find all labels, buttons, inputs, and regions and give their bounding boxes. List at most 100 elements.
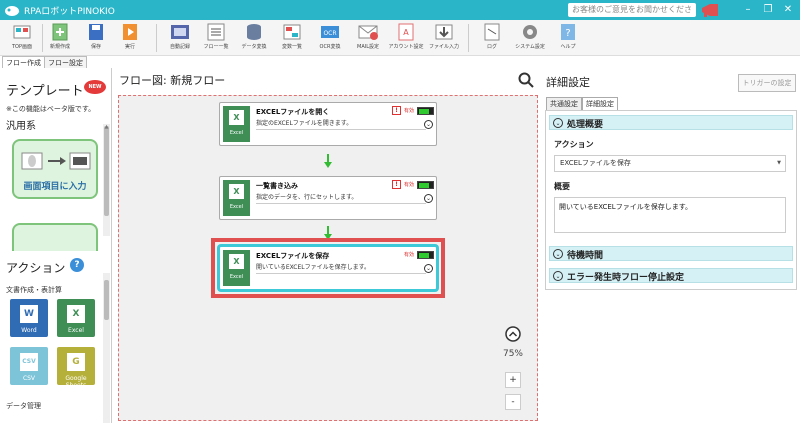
- trigger-settings-button[interactable]: トリガーの設定: [738, 74, 796, 92]
- restore-button[interactable]: ❐: [760, 2, 776, 18]
- auto-record-button[interactable]: 自動記録: [162, 22, 198, 54]
- ribbon-divider: [156, 24, 157, 52]
- actions-help-icon[interactable]: ?: [70, 258, 84, 272]
- section-error-header[interactable]: ⌄ エラー発生時フロー停止設定: [549, 268, 793, 283]
- expand-icon[interactable]: ⌄: [424, 194, 433, 203]
- zoom-in-button[interactable]: +: [505, 372, 521, 388]
- account-button[interactable]: A アカウント設定: [388, 22, 424, 54]
- var-list-button[interactable]: 変数一覧: [274, 22, 310, 54]
- flow-canvas[interactable]: X Excel EXCELファイルを開く 指定のEXCELファイルを開きます。 !…: [118, 95, 538, 421]
- log-button[interactable]: ログ: [474, 22, 510, 54]
- ocr-icon: OCR: [321, 26, 339, 38]
- node-description: 指定のデータを、行にセットします。: [256, 192, 426, 204]
- down-arrow-icon: [324, 154, 332, 168]
- category-docs: 文書作成・表計算: [6, 286, 62, 294]
- top-screen-button[interactable]: TOP画面: [4, 22, 40, 54]
- tab-flow-create[interactable]: フロー作成: [2, 56, 45, 68]
- minimize-button[interactable]: –: [740, 2, 756, 18]
- section-wait-header[interactable]: ⌄ 待機時間: [549, 246, 793, 261]
- action-tile-excel[interactable]: X Excel: [57, 299, 95, 337]
- mail-icon: [358, 25, 378, 40]
- action-tile-csv[interactable]: CSV CSV: [10, 347, 48, 385]
- ocr-button[interactable]: OCR OCR変換: [312, 22, 348, 54]
- scroll-up-circle-icon[interactable]: [505, 326, 521, 342]
- zoom-level: 75%: [502, 349, 523, 359]
- template-card-input[interactable]: 画面項目に入力: [12, 139, 98, 199]
- action-select[interactable]: EXCELファイルを保存 ▼: [554, 155, 786, 172]
- log-icon: [484, 23, 500, 41]
- warning-icon: !: [392, 180, 401, 189]
- megaphone-icon[interactable]: [700, 2, 722, 18]
- variables-icon: [283, 24, 301, 40]
- actions-scroll-thumb[interactable]: [104, 280, 109, 320]
- file-input-button[interactable]: ファイル入力: [426, 22, 462, 54]
- expand-icon[interactable]: ⌄: [424, 264, 433, 273]
- tab-common-settings[interactable]: 共通設定: [546, 97, 582, 110]
- system-settings-button[interactable]: システム設定: [512, 22, 548, 54]
- new-file-icon: [52, 23, 68, 41]
- mail-button[interactable]: MAIL設定: [350, 22, 386, 54]
- node-title: EXCELファイルを保存: [256, 252, 330, 260]
- google-sheets-icon: G: [67, 353, 85, 371]
- expand-icon[interactable]: ⌄: [424, 120, 433, 129]
- node-toggle[interactable]: [417, 251, 434, 259]
- file-download-icon: [435, 24, 453, 40]
- template-card-label: 画面項目に入力: [23, 182, 87, 192]
- template-card-next[interactable]: [12, 223, 98, 251]
- node-title: EXCELファイルを開く: [256, 108, 330, 116]
- csv-icon: CSV: [20, 353, 38, 371]
- home-icon: [13, 25, 31, 39]
- film-icon: [171, 25, 189, 39]
- close-button[interactable]: ✕: [780, 2, 796, 18]
- word-icon: W: [20, 305, 38, 323]
- tab-detail-settings[interactable]: 詳細設定: [582, 97, 618, 110]
- zoom-out-button[interactable]: -: [505, 394, 521, 410]
- actions-title: アクション: [6, 261, 66, 275]
- gear-icon: [523, 25, 537, 39]
- feedback-field[interactable]: お客様のご意見をお聞かせください: [568, 3, 696, 28]
- svg-text:A: A: [403, 28, 409, 37]
- data-change-button[interactable]: データ変換: [236, 22, 272, 54]
- scroll-up-arrow-icon[interactable]: ▲: [103, 124, 110, 130]
- tab-flow-settings[interactable]: フロー設定: [44, 56, 87, 68]
- mouse-to-keyboard-icon: [21, 152, 91, 170]
- warning-icon: !: [392, 106, 401, 115]
- general-category: 汎用系: [6, 121, 36, 132]
- flow-list-button[interactable]: フロー一覧: [198, 22, 234, 54]
- run-button[interactable]: 実行: [112, 22, 148, 54]
- chevron-down-icon: ⌄: [553, 118, 563, 128]
- section-summary-header[interactable]: ⌄ 処理概要: [549, 115, 793, 130]
- action-tile-word[interactable]: W Word: [10, 299, 48, 337]
- node-title: 一覧書き込み: [256, 182, 298, 190]
- template-title: テンプレート: [6, 84, 84, 99]
- excel-node-icon: X Excel: [223, 106, 250, 142]
- save-button[interactable]: 保存: [78, 22, 114, 54]
- action-tile-google-sheets[interactable]: G Google Sheets: [57, 347, 95, 389]
- flow-node-save-excel[interactable]: X Excel EXCELファイルを保存 開いているEXCELファイルを保存します…: [219, 246, 437, 290]
- main-tabs: フロー作成 フロー設定: [0, 56, 800, 68]
- node-toggle[interactable]: [417, 181, 434, 189]
- template-scroll-thumb[interactable]: [104, 126, 109, 216]
- flow-node-list-write[interactable]: X Excel 一覧書き込み 指定のデータを、行にセットします。 ! 有効 ⌄: [219, 176, 437, 220]
- left-panel: テンプレート NEW ※この機能はベータ版です。 汎用系 ▲ 画面項目に入力 ア…: [0, 68, 112, 423]
- node-description: 開いているEXCELファイルを保存します。: [256, 262, 426, 274]
- flow-title: フロー図: 新規フロー: [119, 74, 226, 87]
- overview-field-label: 概要: [554, 182, 570, 191]
- new-button[interactable]: 新規作成: [42, 22, 78, 54]
- database-icon: [247, 24, 261, 40]
- search-icon[interactable]: [518, 72, 534, 88]
- action-field-label: アクション: [554, 140, 594, 149]
- help-button[interactable]: ? ヘルプ: [550, 22, 586, 54]
- excel-icon: X: [67, 305, 85, 323]
- node-status: 有効: [404, 182, 415, 188]
- run-icon: [123, 24, 137, 40]
- node-toggle[interactable]: [417, 107, 434, 115]
- flow-node-open-excel[interactable]: X Excel EXCELファイルを開く 指定のEXCELファイルを開きます。 !…: [219, 102, 437, 146]
- title-bar: RPAロボットPINOKIO お客様のご意見をお聞かせください – ❐ ✕: [0, 0, 800, 28]
- chevron-down-icon: ⌄: [553, 271, 563, 281]
- overview-textarea[interactable]: 開いているEXCELファイルを保存します。: [554, 197, 786, 233]
- node-description: 指定のEXCELファイルを開きます。: [256, 118, 426, 130]
- help-icon: ?: [561, 24, 575, 40]
- new-badge: NEW: [84, 80, 106, 94]
- svg-text:OCR: OCR: [323, 30, 336, 37]
